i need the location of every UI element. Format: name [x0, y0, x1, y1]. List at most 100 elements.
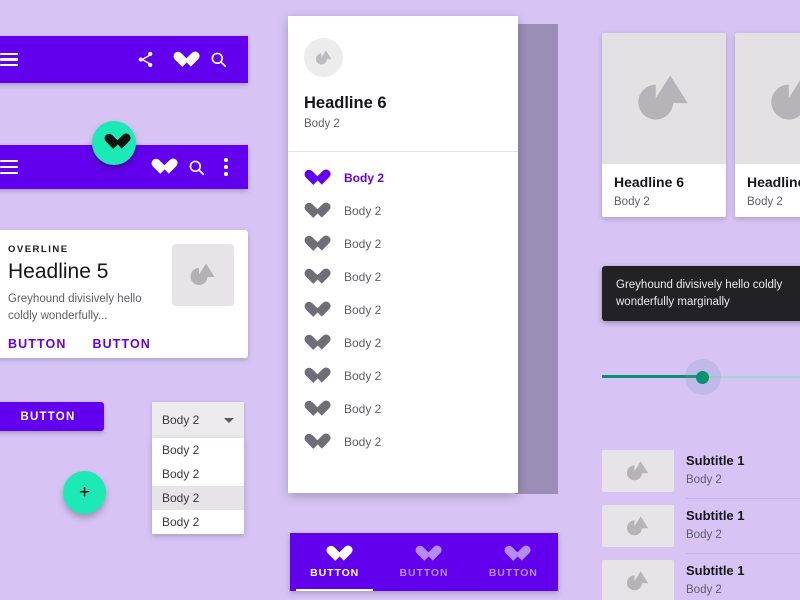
drawer-item-label: Body 2 [344, 170, 385, 185]
favorite-icon [415, 546, 433, 562]
media-card-1[interactable]: Headline 6 Body 2 [735, 33, 800, 217]
list-item-subtitle: Body 2 [686, 474, 722, 487]
favorite-icon [304, 368, 344, 384]
bottom-nav-label: BUTTON [310, 566, 360, 579]
slider[interactable] [602, 359, 800, 395]
card-body: Headline 6 Body 2 [735, 164, 800, 217]
search-icon[interactable] [187, 158, 206, 177]
menu-icon[interactable] [0, 160, 18, 174]
content-card: OVERLINE Headline 5 Greyhound divisively… [0, 230, 248, 358]
card-overline: OVERLINE [8, 244, 69, 255]
drawer-item-label: Body 2 [344, 203, 382, 218]
avatar [304, 38, 343, 77]
select-option[interactable]: Body 2 [152, 438, 244, 462]
drawer-header: Headline 6 Body 2 [288, 16, 518, 142]
card-headline: Headline 6 [747, 174, 800, 190]
drawer-item-4[interactable]: Body 2 [288, 293, 518, 326]
card-action-button-1[interactable]: BUTTON [8, 337, 66, 351]
image-placeholder-icon [190, 263, 215, 285]
floating-action-button-add[interactable]: + [63, 471, 106, 514]
drawer-item-7[interactable]: Body 2 [288, 392, 518, 425]
image-placeholder-icon [315, 50, 331, 64]
card-body-text: Greyhound divisively hello coldly wonder… [8, 293, 142, 322]
drawer-item-8[interactable]: Body 2 [288, 425, 518, 458]
list-item-thumbnail [602, 450, 674, 492]
drawer-item-label: Body 2 [344, 368, 382, 383]
drawer-item-6[interactable]: Body 2 [288, 359, 518, 392]
favorite-icon [304, 203, 344, 219]
slider-thumb[interactable] [696, 370, 710, 384]
drawer-scrim[interactable] [515, 24, 558, 494]
menu-icon[interactable] [0, 52, 18, 67]
drawer-headline: Headline 6 [304, 94, 387, 112]
drawer-item-5[interactable]: Body 2 [288, 326, 518, 359]
drawer-item-label: Body 2 [344, 401, 382, 416]
more-vert-icon[interactable] [224, 158, 228, 176]
navigation-drawer: Headline 6 Body 2 Body 2 Body 2 Body 2 B… [288, 16, 518, 493]
drawer-item-label: Body 2 [344, 335, 382, 350]
select-option[interactable]: Body 2 [152, 486, 244, 510]
bottom-nav-label: BUTTON [488, 566, 538, 579]
thumbnail-list: Subtitle 1 Body 2 Subtitle 1 Body 2 Subt… [602, 444, 800, 600]
top-app-bar [0, 36, 248, 83]
drawer-item-label: Body 2 [344, 434, 382, 449]
favorite-icon [304, 401, 344, 417]
select-option[interactable]: Body 2 [152, 462, 244, 486]
drawer-subtitle: Body 2 [304, 118, 340, 131]
card-media-placeholder [172, 244, 234, 306]
list-item-subtitle: Body 2 [686, 529, 722, 542]
image-placeholder-icon [626, 460, 649, 480]
search-icon[interactable] [209, 50, 228, 69]
snackbar: Greyhound divisively hello coldly wonder… [602, 266, 800, 322]
media-card-0[interactable]: Headline 6 Body 2 [602, 33, 726, 217]
drawer-item-0[interactable]: Body 2 [288, 161, 518, 194]
share-icon[interactable] [136, 50, 155, 69]
favorite-icon [504, 546, 522, 562]
floating-action-button-favorite[interactable] [92, 121, 136, 165]
card-action-button-2[interactable]: BUTTON [92, 337, 150, 351]
drawer-item-label: Body 2 [344, 236, 382, 251]
drawer-item-1[interactable]: Body 2 [288, 194, 518, 227]
drawer-item-label: Body 2 [344, 302, 382, 317]
select-option[interactable]: Body 2 [152, 510, 244, 534]
favorite-icon[interactable] [151, 159, 169, 175]
component-showcase-canvas: OVERLINE Headline 5 Greyhound divisively… [0, 0, 800, 600]
list-item[interactable]: Subtitle 1 Body 2 [602, 560, 800, 600]
card-body: Headline 6 Body 2 [602, 164, 726, 217]
image-placeholder-icon [626, 570, 649, 590]
drawer-item-list: Body 2 Body 2 Body 2 Body 2 Body 2 Body … [288, 152, 518, 458]
drawer-item-3[interactable]: Body 2 [288, 260, 518, 293]
card-headline: Headline 6 [614, 174, 685, 190]
favorite-icon[interactable] [173, 52, 191, 68]
list-item[interactable]: Subtitle 1 Body 2 [602, 505, 800, 547]
select-menu: Body 2 Body 2 Body 2 Body 2 [152, 438, 244, 534]
favorite-icon [104, 134, 124, 152]
bottom-nav-tab-1[interactable]: BUTTON [379, 533, 468, 591]
list-item-title: Subtitle 1 [686, 563, 745, 579]
list-item[interactable]: Subtitle 1 Body 2 [602, 450, 800, 492]
snackbar-message: Greyhound divisively hello coldly wonder… [616, 279, 783, 308]
image-placeholder-icon [626, 515, 649, 535]
favorite-icon [304, 335, 344, 351]
list-item-title: Subtitle 1 [686, 508, 745, 524]
image-placeholder-icon [638, 74, 688, 120]
card-media [602, 33, 726, 164]
card-media [735, 33, 800, 164]
dropdown-select[interactable]: Body 2 Body 2 Body 2 Body 2 Body 2 [152, 402, 244, 534]
drawer-item-2[interactable]: Body 2 [288, 227, 518, 260]
card-body-text: Body 2 [747, 196, 783, 209]
card-headline: Headline 5 [8, 260, 109, 283]
favorite-icon [304, 236, 344, 252]
contained-button[interactable]: BUTTON [0, 402, 104, 431]
bottom-nav-tab-2[interactable]: BUTTON [469, 533, 558, 591]
add-icon: + [78, 481, 91, 503]
bottom-nav-tab-0[interactable]: BUTTON [290, 533, 379, 591]
select-value: Body 2 [162, 413, 200, 427]
bottom-navigation-bar: BUTTON BUTTON BUTTON [290, 533, 558, 591]
list-item-thumbnail [602, 505, 674, 547]
favorite-icon [304, 302, 344, 318]
select-field[interactable]: Body 2 [152, 402, 244, 438]
list-item-title: Subtitle 1 [686, 453, 745, 469]
list-item-subtitle: Body 2 [686, 584, 722, 597]
favorite-icon [304, 269, 344, 285]
